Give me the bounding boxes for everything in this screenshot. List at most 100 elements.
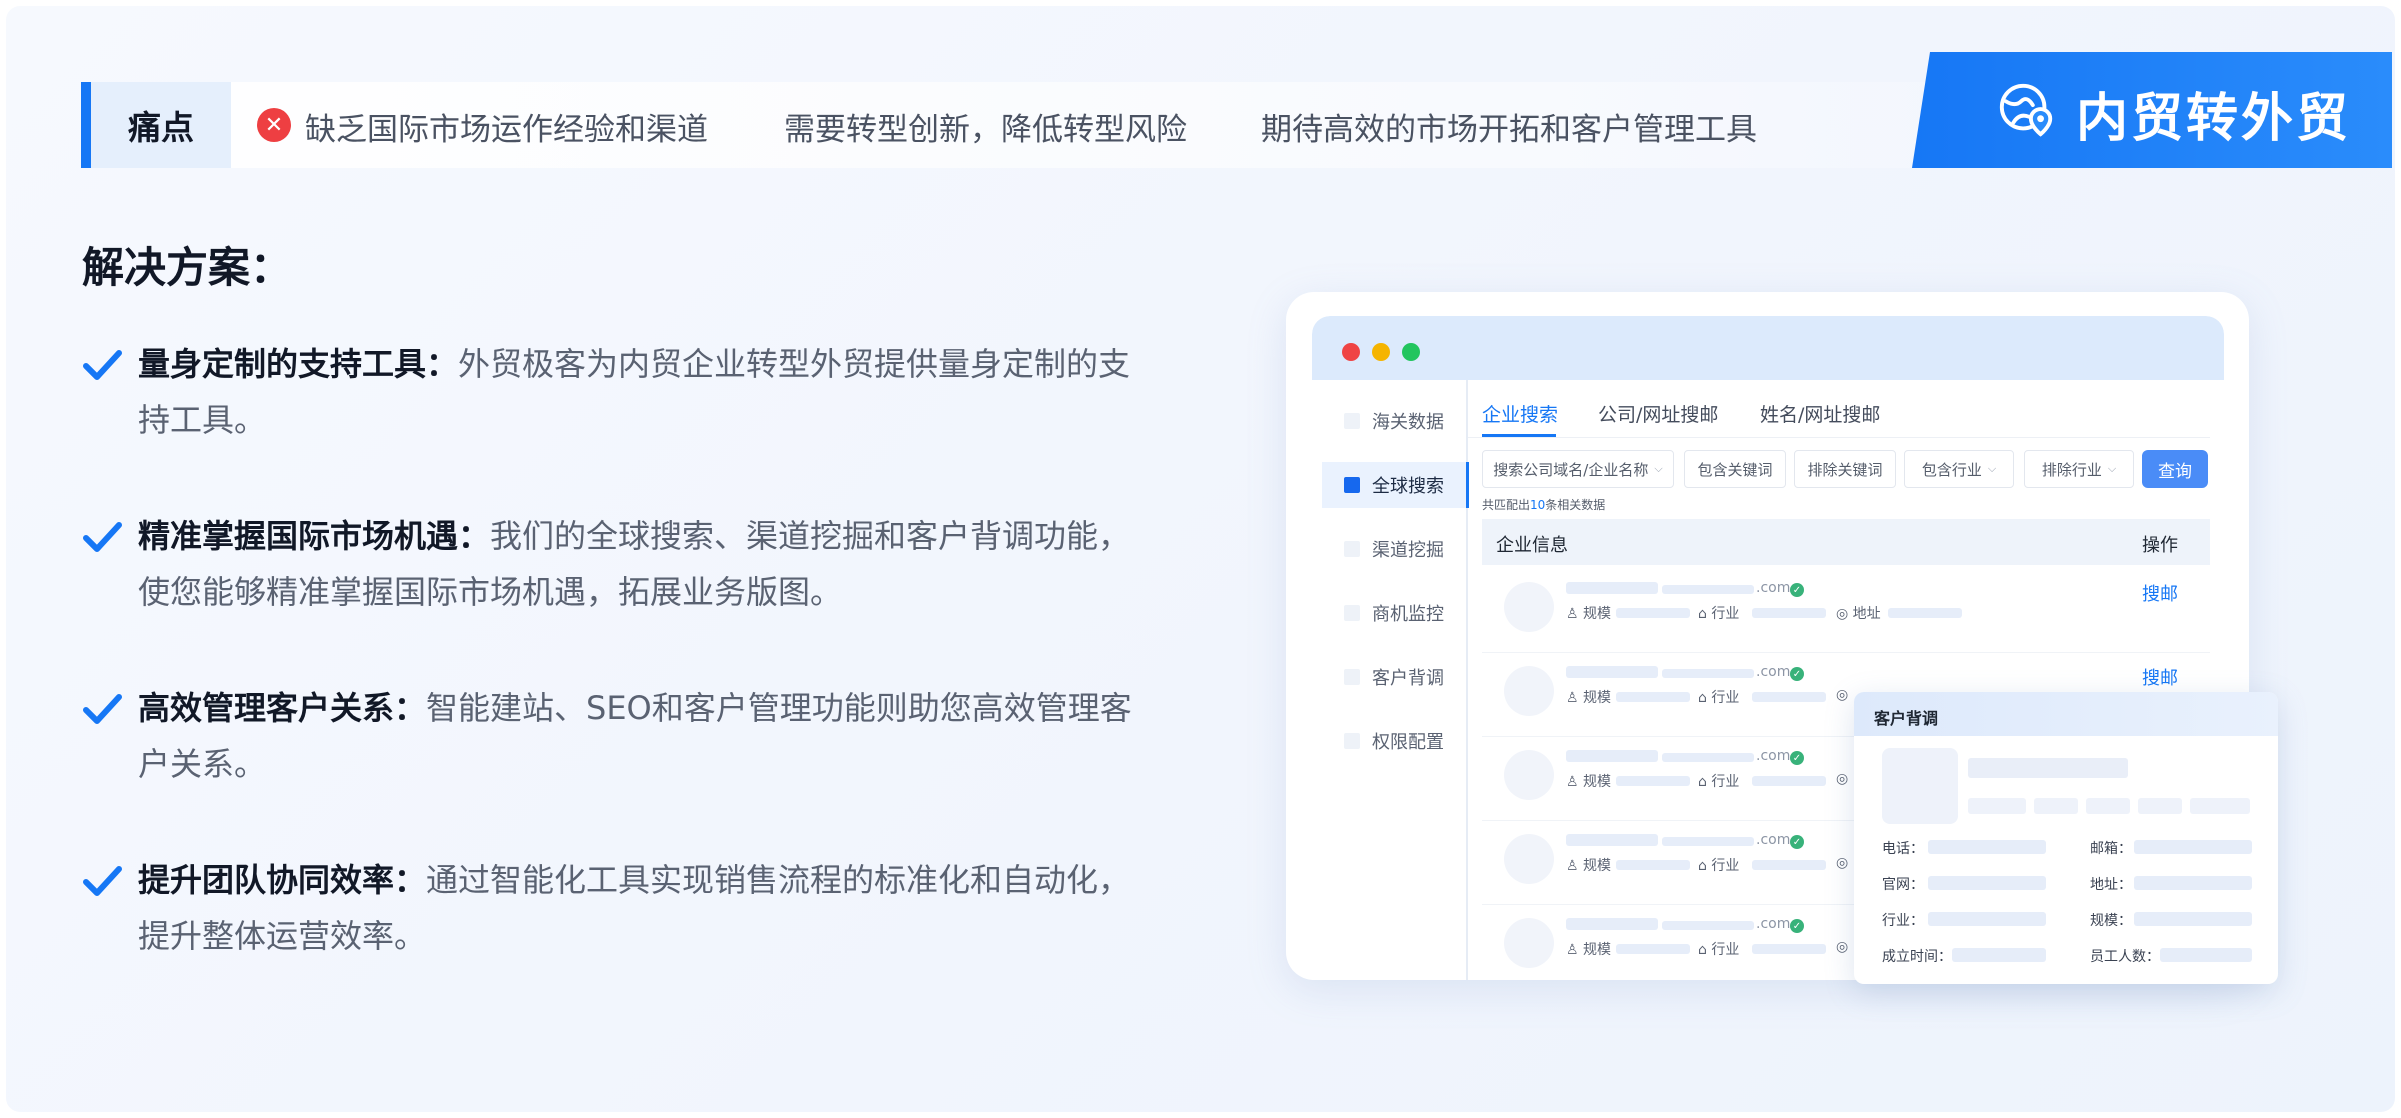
skeleton-line <box>2160 948 2252 962</box>
skeleton-line <box>1752 776 1826 786</box>
company-logo-placeholder <box>1504 918 1554 968</box>
industry-label: 行业 <box>1711 774 1740 790</box>
employees-field-label: 员工人数： <box>2090 949 2160 965</box>
sidebar-item-permissions[interactable]: 权限配置 <box>1322 718 1466 764</box>
chevron-down-icon: ⌵ <box>1654 462 1663 475</box>
company-logo-placeholder <box>1504 582 1554 632</box>
scale-meta: ♙ 规模 <box>1566 690 1612 706</box>
pain-item-3: 期待高效的市场开拓和客户管理工具 <box>1261 112 1757 148</box>
feature-text: 高效管理客户关系：智能建站、SEO和客户管理功能则助您高效管理客户关系。 <box>138 680 1138 792</box>
domain-suffix: .com <box>1756 832 1791 848</box>
company-logo-placeholder <box>1504 834 1554 884</box>
industry-meta: ⌂ 行业 <box>1698 942 1740 958</box>
slide-card: 痛点 ✕ 缺乏国际市场运作经验和渠道 需要转型创新，降低转型风险 期待高效的市场… <box>6 6 2395 1112</box>
match-count-text: 共匹配出10条相关数据 <box>1482 496 1605 513</box>
domestic-to-export-badge: 内贸转外贸 <box>1912 52 2392 168</box>
match-count: 10 <box>1530 498 1546 512</box>
feature-text: 精准掌握国际市场机遇：我们的全球搜索、渠道挖掘和客户背调功能，使您能够精准掌握国… <box>138 508 1138 620</box>
website-field-label: 官网： <box>1882 877 1924 893</box>
table-header: 企业信息 操作 <box>1482 519 2210 565</box>
sidebar-item-background-check[interactable]: 客户背调 <box>1322 654 1466 700</box>
tab-company-search[interactable]: 企业搜索 <box>1482 400 1558 427</box>
skeleton-line <box>1752 608 1826 618</box>
company-logo-placeholder <box>1882 748 1958 824</box>
skeleton-line <box>1662 753 1754 762</box>
sidebar-item-opportunity-monitor[interactable]: 商机监控 <box>1322 590 1466 636</box>
industry-meta: ⌂ 行业 <box>1698 690 1740 706</box>
menu-square-icon <box>1344 605 1360 621</box>
skeleton-line <box>1968 758 2128 778</box>
skeleton-line <box>1662 921 1754 930</box>
checkmark-icon <box>83 866 122 896</box>
address-label: 地址 <box>1852 606 1881 622</box>
include-keyword-placeholder: 包含关键词 <box>1697 460 1773 479</box>
customer-background-check-popup: 客户背调 电话： 邮箱： 官网： 地址： 行业： 规模： 成立时间： 员工人数： <box>1854 692 2278 984</box>
table-row: .com ✓ ♙ 规模 ⌂ 行业 ◎ 地址 搜邮 <box>1482 568 2210 653</box>
popup-header: 客户背调 <box>1854 692 2278 736</box>
sidebar: 海关数据 全球搜索 渠道挖掘 商机监控 客户背调 权限配置 <box>1312 380 1469 980</box>
domain-suffix: .com <box>1756 916 1791 932</box>
feature-text: 提升团队协同效率：通过智能化工具实现销售流程的标准化和自动化，提升整体运营效率。 <box>138 852 1138 964</box>
exclude-keyword-input[interactable]: 排除关键词 <box>1794 450 1896 488</box>
industry-meta: ⌂ 行业 <box>1698 858 1740 874</box>
company-search-input[interactable]: 搜索公司域名/企业名称 ⌵ <box>1482 450 1674 488</box>
scale-label: 规模 <box>1583 690 1612 706</box>
verified-check-icon: ✓ <box>1790 835 1804 849</box>
industry-label: 行业 <box>1711 606 1740 622</box>
scale-label: 规模 <box>1583 858 1612 874</box>
exclude-industry-select[interactable]: 排除行业 ⌵ <box>2024 450 2134 488</box>
verified-check-icon: ✓ <box>1790 667 1804 681</box>
skeleton-line <box>1928 912 2046 926</box>
sidebar-item-customs-data[interactable]: 海关数据 <box>1322 398 1466 444</box>
tab-company-url-email[interactable]: 公司/网址搜邮 <box>1598 400 1718 427</box>
match-prefix: 共匹配出 <box>1482 498 1531 512</box>
sidebar-item-label: 权限配置 <box>1372 732 1444 753</box>
minimize-window-dot[interactable] <box>1372 343 1390 361</box>
include-industry-label: 包含行业 <box>1921 460 1982 479</box>
sidebar-item-label: 渠道挖掘 <box>1372 540 1444 561</box>
sidebar-item-label: 客户背调 <box>1372 668 1444 689</box>
search-email-link[interactable]: 搜邮 <box>2142 580 2178 606</box>
exclude-keyword-placeholder: 排除关键词 <box>1807 460 1883 479</box>
pain-accent-bar <box>81 82 91 168</box>
tab-name-url-email[interactable]: 姓名/网址搜邮 <box>1760 400 1880 427</box>
industry-meta: ⌂ 行业 <box>1698 606 1740 622</box>
scale-label: 规模 <box>1583 774 1612 790</box>
exclude-industry-label: 排除行业 <box>2041 460 2102 479</box>
skeleton-line <box>1616 776 1690 786</box>
solutions-heading: 解决方案： <box>82 243 293 292</box>
verified-check-icon: ✓ <box>1790 919 1804 933</box>
address-meta: ◎ <box>1836 855 1849 871</box>
skeleton-line <box>2134 876 2252 890</box>
address-meta: ◎ <box>1836 939 1849 955</box>
skeleton-line <box>1616 692 1690 702</box>
address-field-label: 地址： <box>2090 877 2132 893</box>
window-titlebar <box>1312 316 2224 380</box>
sidebar-item-label: 海关数据 <box>1372 412 1444 433</box>
search-email-link[interactable]: 搜邮 <box>2142 664 2178 690</box>
skeleton-tag <box>2190 798 2250 814</box>
skeleton-line <box>1566 582 1658 594</box>
match-suffix: 条相关数据 <box>1545 498 1606 512</box>
feature-text: 量身定制的支持工具：外贸极客为内贸企业转型外贸提供量身定制的支持工具。 <box>138 336 1138 448</box>
pain-item-2: 需要转型创新，降低转型风险 <box>784 112 1187 148</box>
sidebar-item-global-search[interactable]: 全球搜索 <box>1322 462 1469 508</box>
scale-meta: ♙ 规模 <box>1566 942 1612 958</box>
checkmark-icon <box>83 522 122 552</box>
skeleton-tag <box>2034 798 2078 814</box>
close-window-dot[interactable] <box>1342 343 1360 361</box>
skeleton-tag <box>2086 798 2130 814</box>
skeleton-line <box>1952 948 2046 962</box>
scale-meta: ♙ 规模 <box>1566 774 1612 790</box>
pain-points-bar: 痛点 ✕ 缺乏国际市场运作经验和渠道 需要转型创新，降低转型风险 期待高效的市场… <box>81 82 2131 168</box>
email-field-label: 邮箱： <box>2090 841 2132 857</box>
scale-label: 规模 <box>1583 942 1612 958</box>
sidebar-item-channel-mining[interactable]: 渠道挖掘 <box>1322 526 1466 572</box>
include-keyword-input[interactable]: 包含关键词 <box>1684 450 1786 488</box>
include-industry-select[interactable]: 包含行业 ⌵ <box>1904 450 2014 488</box>
feature-title: 高效管理客户关系： <box>138 689 427 727</box>
query-button[interactable]: 查询 <box>2142 450 2208 488</box>
globe-location-icon <box>1999 83 2053 137</box>
skeleton-line <box>1566 666 1658 678</box>
maximize-window-dot[interactable] <box>1402 343 1420 361</box>
